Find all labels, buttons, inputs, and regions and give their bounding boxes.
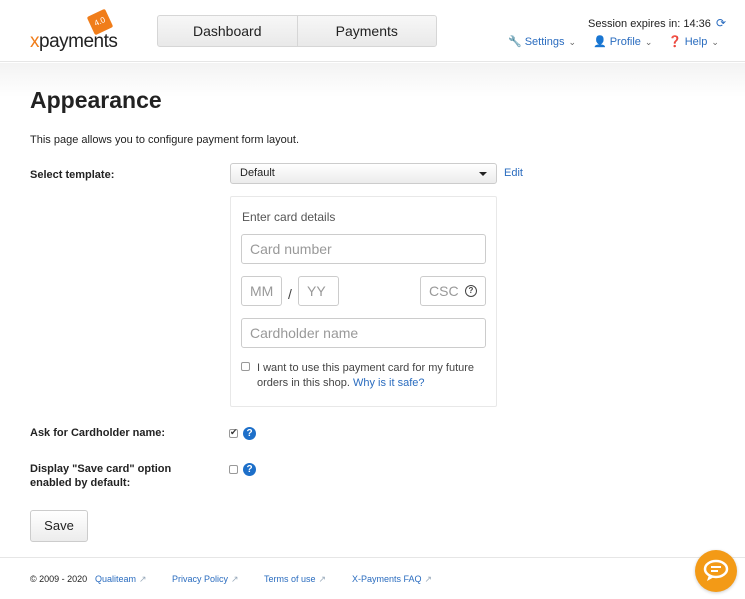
expiry-month-input[interactable]: MM: [241, 276, 282, 306]
profile-menu[interactable]: 👤 Profile ⌄: [593, 35, 652, 48]
refresh-icon[interactable]: ⟳: [716, 16, 726, 30]
session-label: Session expires in: 14:36: [588, 18, 711, 30]
edit-template-link[interactable]: Edit: [504, 167, 523, 179]
chat-button[interactable]: [695, 550, 737, 592]
header: 4.0 xpayments Dashboard Payments Session…: [0, 0, 745, 62]
template-select-value: Default: [240, 167, 275, 179]
logo-text: xpayments: [30, 31, 118, 52]
save-button[interactable]: Save: [30, 510, 88, 542]
chat-bubble-icon: [703, 559, 729, 581]
why-safe-link[interactable]: Why is it safe?: [353, 377, 425, 389]
save-card-default-checkbox[interactable]: [229, 465, 238, 474]
expiry-year-input[interactable]: YY: [298, 276, 339, 306]
session-timer: Session expires in: 14:36 ⟳: [588, 16, 726, 30]
chevron-down-icon: ⌄: [568, 37, 576, 47]
card-number-input[interactable]: Card number: [241, 234, 486, 264]
caret-down-icon: [479, 172, 487, 176]
xpayments-logo[interactable]: 4.0 xpayments: [30, 8, 130, 52]
template-select[interactable]: Default: [230, 163, 497, 184]
card-form-preview: Enter card details Card number MM / YY C…: [230, 196, 497, 407]
external-link-icon: ↗: [139, 574, 147, 584]
page-description: This page allows you to configure paymen…: [30, 134, 300, 146]
footer-link-qualiteam[interactable]: Qualiteam ↗: [95, 574, 147, 585]
user-icon: 👤: [593, 36, 607, 48]
footer-link-faq[interactable]: X-Payments FAQ ↗: [352, 574, 432, 585]
footer: © 2009 - 2020 Qualiteam ↗ Privacy Policy ↗…: [0, 557, 745, 599]
main-content: Appearance This page allows you to confi…: [0, 63, 745, 557]
csc-input[interactable]: CSC ?: [420, 276, 486, 306]
tab-payments[interactable]: Payments: [296, 16, 437, 46]
csc-placeholder: CSC: [429, 283, 459, 299]
external-link-icon: ↗: [424, 574, 433, 584]
save-card-checkbox[interactable]: [241, 362, 250, 371]
chevron-down-icon: ⌄: [711, 37, 719, 47]
footer-link-privacy[interactable]: Privacy Policy ↗: [172, 574, 239, 585]
help-icon[interactable]: ?: [243, 427, 256, 440]
copyright: © 2009 - 2020: [30, 574, 88, 584]
save-card-text: I want to use this payment card for my f…: [257, 362, 475, 389]
top-navigation: Dashboard Payments: [157, 15, 437, 47]
ask-cardholder-checkbox[interactable]: [229, 427, 238, 438]
csc-help-icon[interactable]: ?: [465, 285, 477, 297]
wrench-icon: 🔧: [508, 36, 522, 48]
card-form-title: Enter card details: [242, 210, 336, 224]
tab-dashboard[interactable]: Dashboard: [158, 16, 297, 46]
expiry-separator: /: [288, 286, 292, 302]
settings-menu[interactable]: 🔧 Settings ⌄: [508, 35, 576, 48]
help-icon[interactable]: ?: [243, 463, 256, 476]
question-circle-icon: ❓: [668, 36, 682, 48]
select-template-label: Select template:: [30, 169, 115, 181]
page-title: Appearance: [30, 87, 162, 113]
footer-link-terms[interactable]: Terms of use ↗: [264, 574, 326, 585]
external-link-icon: ↗: [318, 574, 327, 584]
help-menu[interactable]: ❓ Help ⌄: [668, 35, 719, 48]
cardholder-name-input[interactable]: Cardholder name: [241, 318, 486, 348]
chevron-down-icon: ⌄: [644, 37, 653, 47]
ask-cardholder-label: Ask for Cardholder name:: [30, 427, 166, 439]
save-card-default-label: Display "Save card" option enabled by de…: [30, 463, 172, 489]
external-link-icon: ↗: [231, 574, 239, 584]
